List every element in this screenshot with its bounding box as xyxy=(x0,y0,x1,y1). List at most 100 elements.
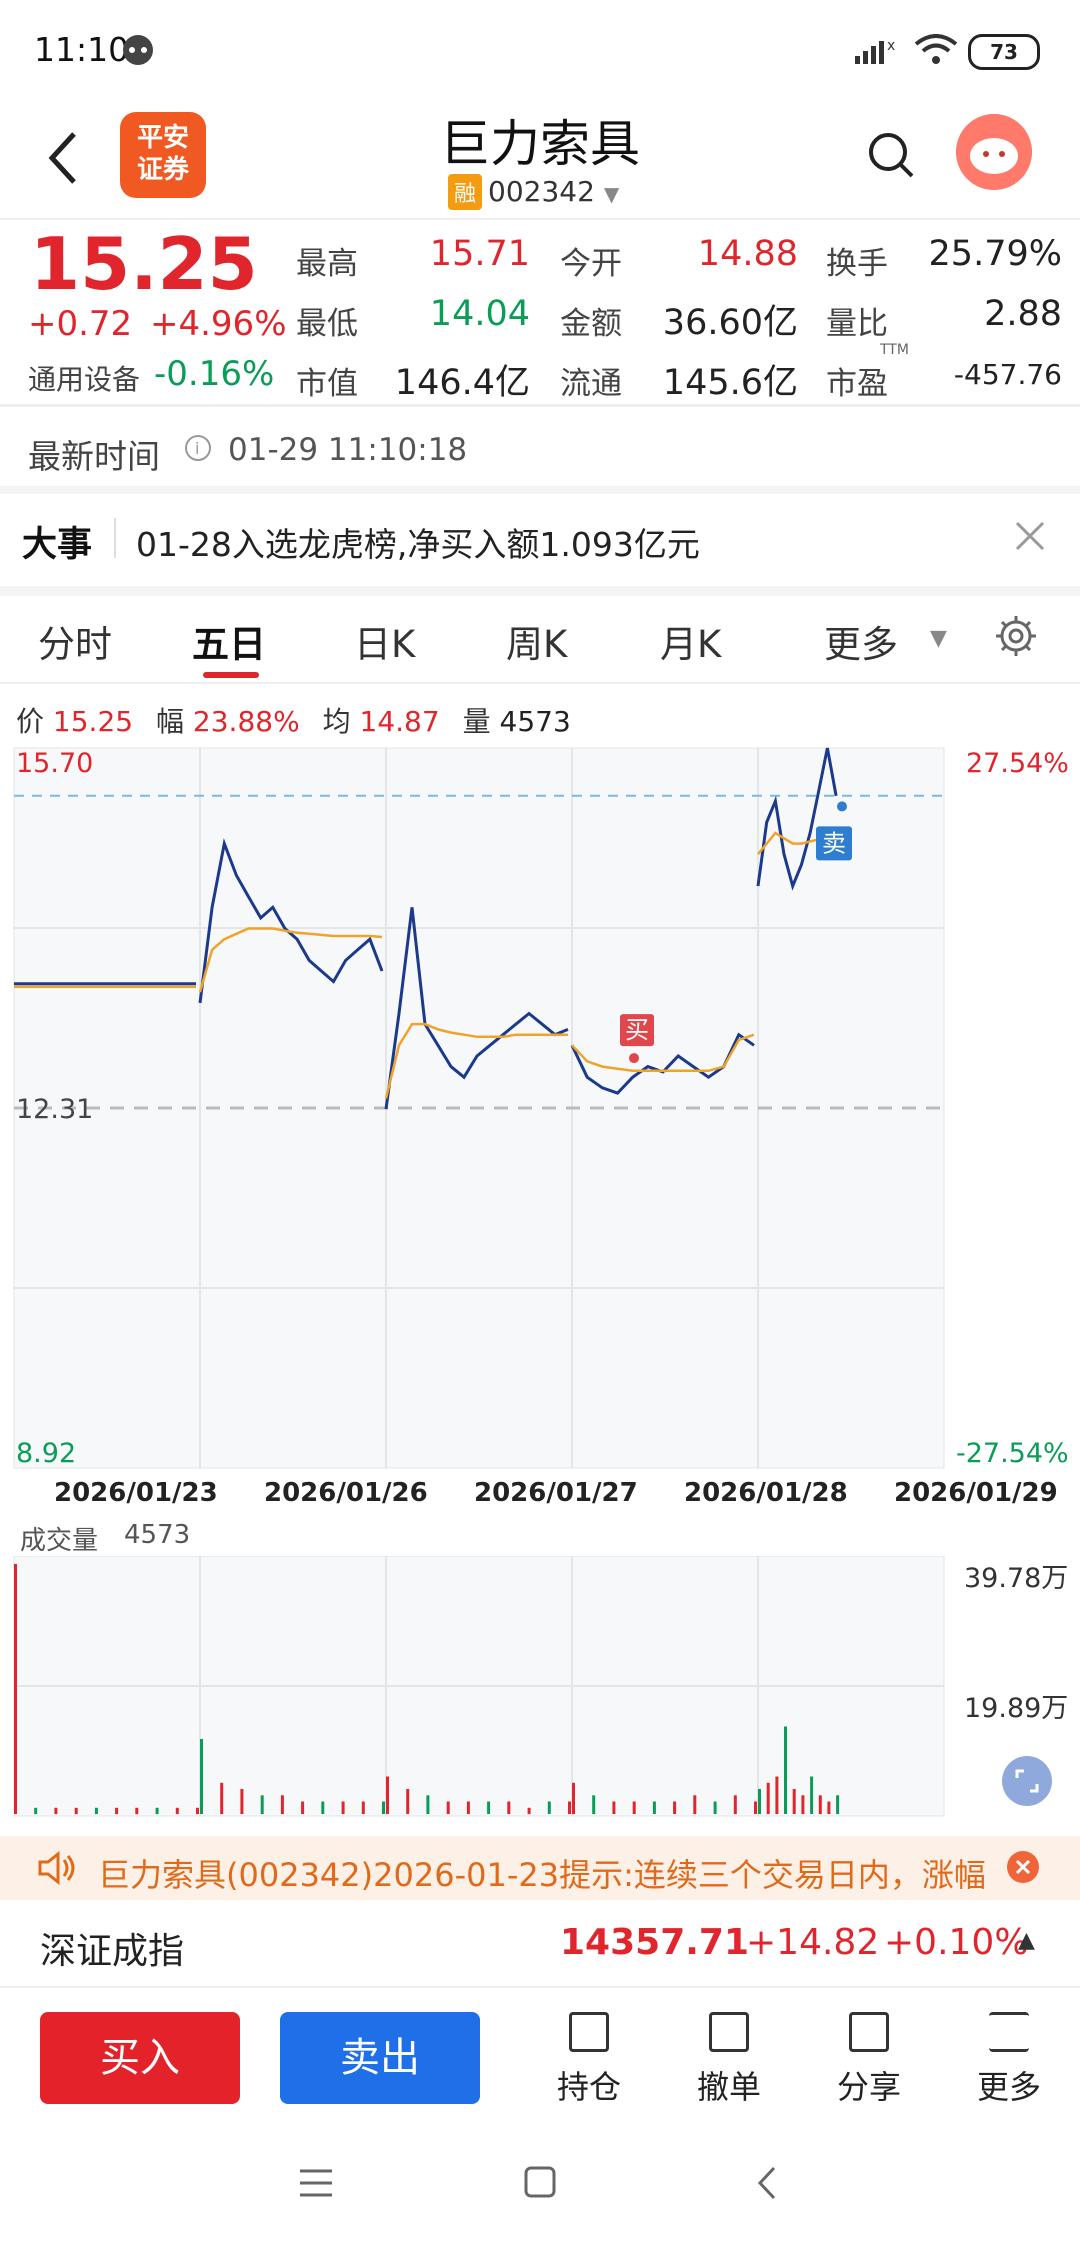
volume-bar xyxy=(527,1807,531,1815)
holdings-button[interactable]: 持仓 xyxy=(544,2012,634,2108)
volume-bar xyxy=(784,1726,787,1814)
stock-code-selector[interactable]: 融 002342 ▼ xyxy=(448,174,619,210)
tab-daily-k[interactable]: 日K xyxy=(354,614,415,668)
tab-monthly-k[interactable]: 月K xyxy=(660,614,721,668)
search-icon[interactable] xyxy=(866,130,916,180)
volume-bar xyxy=(14,1564,17,1814)
tab-more[interactable]: 更多 xyxy=(824,614,898,668)
mcap-value: 146.4亿 xyxy=(394,363,530,403)
y-axis-bottom-pct: -27.54% xyxy=(956,1438,1069,1469)
volume-bar xyxy=(280,1795,284,1815)
vol-label: 量 xyxy=(462,705,491,738)
holdings-label: 持仓 xyxy=(556,2068,621,2106)
volume-bar xyxy=(487,1801,491,1814)
volume-bar xyxy=(572,1782,575,1815)
news-bar[interactable]: 大事 01-28入选龙虎榜,净买入额1.093亿元 xyxy=(0,494,1080,586)
volume-label: 成交量 xyxy=(20,1526,99,1556)
y-axis-bottom-label: 8.92 xyxy=(16,1438,77,1469)
avg-label: 均 xyxy=(322,705,351,738)
cancel-order-label: 撤单 xyxy=(696,2068,761,2106)
buy-point xyxy=(629,1053,639,1064)
current-price: 15.25 xyxy=(30,222,258,306)
volume-bar xyxy=(341,1801,345,1814)
tab-weekly-k[interactable]: 周K xyxy=(506,614,567,668)
price-change: +0.72 xyxy=(28,304,133,344)
volume-bar xyxy=(568,1801,571,1814)
volume-bar xyxy=(652,1801,656,1814)
cancel-order-button[interactable]: 撤单 xyxy=(684,2012,774,2108)
news-tag: 大事 xyxy=(22,525,93,565)
fullscreen-icon[interactable] xyxy=(1002,1756,1052,1806)
gear-icon[interactable] xyxy=(994,614,1038,658)
quote-panel: 15.25 +0.72 +4.96% 通用设备 -0.16% 最高 15.71 … xyxy=(0,218,1080,404)
info-icon[interactable]: i xyxy=(184,434,212,462)
alert-text: 巨力索具(002342)2026-01-23提示:连续三个交易日内，涨幅 xyxy=(98,1856,986,1894)
volume-bar xyxy=(466,1801,470,1814)
volume-ratio-label: 量比 xyxy=(826,306,888,342)
pe-ttm-label: TTM xyxy=(880,342,909,358)
volume-bar xyxy=(632,1801,636,1814)
volume-bar xyxy=(775,1776,779,1814)
signal-icon: x xyxy=(855,38,895,64)
more-label: 更多 xyxy=(976,2068,1041,2106)
volume-bar xyxy=(240,1789,244,1814)
sector-name[interactable]: 通用设备 xyxy=(28,358,140,398)
assistant-avatar-icon[interactable] xyxy=(956,114,1032,190)
volume-bar xyxy=(810,1776,814,1814)
volume-bar xyxy=(200,1739,203,1814)
update-time-bar: 最新时间 i 01-29 11:10:18 xyxy=(0,404,1080,494)
sell-point xyxy=(837,801,847,812)
status-bar: 11:10 x 73 xyxy=(0,0,1080,100)
tab-intraday[interactable]: 分时 xyxy=(38,614,112,668)
volume-chart[interactable] xyxy=(0,1556,1080,1818)
divider xyxy=(114,518,116,558)
volume-bar xyxy=(220,1782,224,1815)
share-icon xyxy=(849,2012,889,2052)
sell-button[interactable]: 卖出 xyxy=(280,2012,480,2104)
pe-label: 市盈 xyxy=(826,366,888,402)
close-icon[interactable] xyxy=(1014,520,1046,552)
volume-bar xyxy=(94,1807,98,1815)
price-chart[interactable]: 买卖 xyxy=(0,740,1080,1470)
home-icon[interactable] xyxy=(524,2166,556,2198)
action-bar: 买入 卖出 持仓 撤单 分享 更多 xyxy=(0,1986,1080,2124)
y-axis-top-label: 15.70 xyxy=(16,748,94,779)
amount-value: 36.60亿 xyxy=(662,303,798,343)
volume-bar xyxy=(592,1795,596,1815)
volume-bar xyxy=(801,1795,805,1815)
volume-bar xyxy=(54,1807,58,1815)
low-label: 最低 xyxy=(296,306,358,342)
divider xyxy=(0,586,1080,596)
x-axis-label: 2026/01/27 xyxy=(474,1478,638,1508)
volume-bar xyxy=(175,1807,179,1815)
back-icon[interactable] xyxy=(754,2166,780,2200)
share-button[interactable]: 分享 xyxy=(824,2012,914,2108)
update-time-label: 最新时间 xyxy=(28,437,160,476)
margin-badge: 融 xyxy=(448,174,483,210)
chevron-up-icon[interactable]: ▲ xyxy=(1018,1928,1035,1953)
volume-bar xyxy=(836,1795,840,1815)
volume-bar xyxy=(612,1801,616,1814)
price-change-pct: +4.96% xyxy=(150,304,287,344)
volume-bar xyxy=(446,1801,450,1814)
buy-button[interactable]: 买入 xyxy=(40,2012,240,2104)
chart-tabs: 分时 五日 日K 周K 月K 更多 ▼ xyxy=(0,596,1080,684)
alert-tip-bar[interactable]: 巨力索具(002342)2026-01-23提示:连续三个交易日内，涨幅 xyxy=(0,1836,1080,1900)
menu-icon xyxy=(989,2012,1029,2052)
x-axis-label: 2026/01/23 xyxy=(54,1478,218,1508)
volume-bar xyxy=(301,1801,305,1814)
index-bar[interactable]: 深证成指 14357.71 +14.82 +0.10% ▲ xyxy=(0,1900,1080,1986)
volume-bar xyxy=(34,1807,38,1815)
tab-five-day[interactable]: 五日 xyxy=(192,614,266,668)
volume-bar xyxy=(792,1789,796,1814)
float-value: 145.6亿 xyxy=(662,363,798,403)
price-label: 价 xyxy=(16,705,45,738)
close-icon[interactable] xyxy=(1006,1850,1040,1884)
menu-icon[interactable] xyxy=(298,2168,334,2198)
news-text: 01-28入选龙虎榜,净买入额1.093亿元 xyxy=(136,525,700,564)
header: 平安 证券 巨力索具 融 002342 ▼ xyxy=(0,100,1080,218)
more-button[interactable]: 更多 xyxy=(964,2012,1054,2108)
chevron-down-icon[interactable]: ▼ xyxy=(930,626,947,651)
amount-label: 金额 xyxy=(560,306,622,342)
x-axis-label: 2026/01/29 xyxy=(894,1478,1058,1508)
